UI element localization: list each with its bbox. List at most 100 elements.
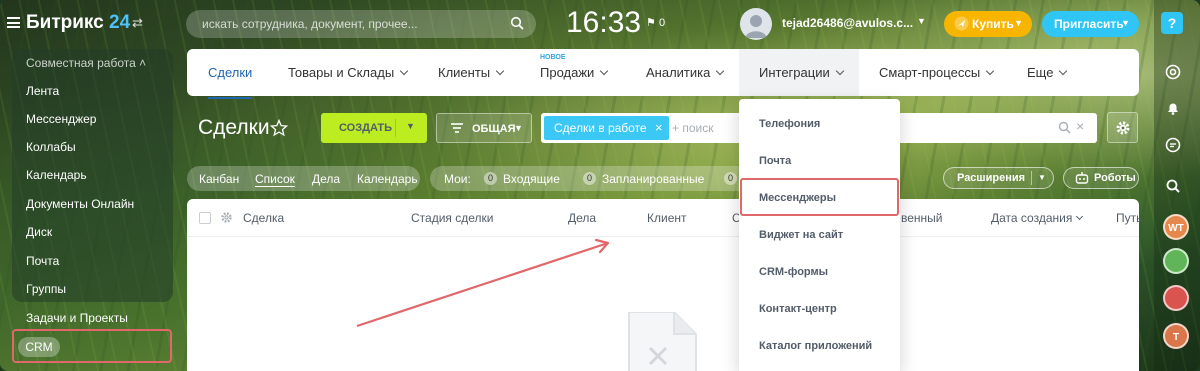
menu-item-app-catalog[interactable]: Каталог приложений	[759, 340, 872, 352]
filter-chip[interactable]: Сделки в работе ×	[544, 116, 669, 140]
tab-label: Интеграции	[759, 65, 830, 80]
column-header-responsible[interactable]: венный	[901, 211, 943, 225]
search-icon[interactable]	[1165, 178, 1181, 194]
tab-label: Сделки	[208, 65, 253, 80]
chevron-down-icon	[716, 66, 725, 76]
create-button[interactable]: СОЗДАТЬ ▼	[321, 113, 427, 143]
column-header-deal[interactable]: Сделка	[243, 211, 284, 225]
column-header-stage[interactable]: Стадия сделки	[411, 211, 493, 225]
user-icon	[745, 15, 767, 38]
view-list[interactable]: Список	[255, 172, 295, 187]
menu-item-contact-center[interactable]: Контакт-центр	[759, 303, 837, 315]
column-header-created[interactable]: Дата создания	[991, 211, 1084, 225]
sidebar-item-groups[interactable]: Группы	[26, 282, 66, 296]
filter-input[interactable]: + поиск	[672, 121, 713, 135]
rocket-icon	[954, 16, 969, 31]
sidebar-item-messenger[interactable]: Мессенджер	[26, 112, 96, 126]
avatar[interactable]	[740, 8, 772, 40]
sidebar-item-docs[interactable]: Документы Онлайн	[26, 197, 134, 211]
extensions-label: Расширения	[957, 172, 1026, 184]
divider	[187, 236, 1139, 237]
chevron-down-icon	[835, 66, 844, 76]
search-input[interactable]: искать сотрудника, документ, прочее...	[202, 17, 418, 31]
tab-products[interactable]: Товары и Склады	[288, 65, 409, 80]
robot-icon	[1075, 172, 1089, 184]
robots-button[interactable]: Роботы	[1063, 167, 1139, 189]
extensions-button[interactable]: Расширения ▼	[943, 167, 1054, 189]
contact-avatar[interactable]: T	[1163, 323, 1189, 349]
contact-avatar[interactable]	[1163, 285, 1189, 311]
logo-text: Битрикс	[26, 12, 104, 33]
pipeline-label: ОБЩАЯ	[472, 123, 516, 135]
sidebar-item-mail[interactable]: Почта	[26, 254, 59, 268]
tab-clients[interactable]: Клиенты	[438, 65, 505, 80]
select-all-checkbox[interactable]	[199, 212, 211, 224]
filter-icon	[451, 123, 463, 133]
divider	[1031, 171, 1032, 185]
at-sign-icon[interactable]	[1165, 64, 1181, 80]
buy-label: Купить	[972, 17, 1014, 31]
menu-item-mail[interactable]: Почта	[759, 155, 791, 167]
tab-more[interactable]: Еще	[1027, 65, 1068, 80]
search-icon[interactable]	[510, 16, 524, 30]
my-label: Мои:	[444, 172, 471, 186]
counter-badge: 0	[484, 172, 497, 185]
counter-planned[interactable]: Запланированные	[602, 172, 704, 186]
sidebar-item-calendar[interactable]: Календарь	[26, 168, 87, 182]
user-email[interactable]: tejad26486@avulos.c...	[782, 16, 913, 30]
menu-icon[interactable]	[7, 17, 20, 28]
close-icon[interactable]: ×	[655, 116, 663, 140]
invite-button[interactable]: Пригласить ▼	[1042, 11, 1139, 37]
flag-counter[interactable]: ⚑ 0	[646, 16, 665, 29]
sidebar-item-tasks[interactable]: Задачи и Проекты	[26, 311, 128, 325]
view-kanban[interactable]: Канбан	[199, 172, 239, 186]
page-title: Сделки	[198, 116, 270, 139]
sidebar-group[interactable]: Совместная работа ˄	[26, 56, 146, 70]
contact-avatar[interactable]: WT	[1163, 214, 1189, 240]
search-bar[interactable]: искать сотрудника, документ, прочее...	[186, 10, 536, 38]
messengers-highlight-box	[740, 178, 899, 216]
clock[interactable]: 16:33	[566, 6, 641, 40]
create-label: СОЗДАТЬ	[339, 122, 392, 134]
view-activities[interactable]: Дела	[312, 172, 340, 186]
chevron-down-icon[interactable]: ▼	[917, 16, 926, 26]
menu-item-site-widget[interactable]: Виджет на сайт	[759, 229, 843, 241]
tab-sales[interactable]: Продажи	[540, 65, 609, 80]
tab-label: Продажи	[540, 65, 595, 80]
column-header-activities[interactable]: Дела	[568, 211, 596, 225]
gear-icon[interactable]	[220, 211, 233, 224]
chevron-down-icon[interactable]: ▼	[406, 121, 415, 131]
chat-icon[interactable]	[1165, 137, 1181, 153]
sidebar-item-feed[interactable]: Лента	[26, 84, 59, 98]
tab-analytics[interactable]: Аналитика	[646, 65, 725, 80]
column-header-path[interactable]: Путь	[1116, 211, 1142, 225]
divider	[395, 119, 396, 137]
pipeline-button[interactable]: ОБЩАЯ ▼	[436, 113, 532, 143]
chevron-down-icon: ▼	[1121, 18, 1130, 28]
menu-item-telephony[interactable]: Телефония	[759, 118, 820, 130]
search-icon[interactable]	[1058, 121, 1071, 134]
star-icon[interactable]	[270, 119, 288, 137]
help-button[interactable]: ?	[1161, 12, 1183, 34]
logo[interactable]: Битрикс 24	[26, 12, 130, 34]
counter-badge: 0	[583, 172, 596, 185]
swap-icon[interactable]: ⇄	[132, 15, 143, 31]
close-icon[interactable]: ×	[1076, 118, 1084, 134]
tab-label: Клиенты	[438, 65, 491, 80]
contact-avatar[interactable]	[1163, 248, 1189, 274]
buy-button[interactable]: Купить ▼	[944, 11, 1032, 37]
tab-integrations[interactable]: Интеграции	[759, 65, 844, 80]
bell-icon[interactable]	[1165, 100, 1181, 116]
counter-incoming[interactable]: Входящие	[503, 172, 560, 186]
column-header-client[interactable]: Клиент	[647, 211, 687, 225]
tab-deals[interactable]: Сделки	[208, 65, 253, 99]
settings-button[interactable]	[1107, 112, 1138, 143]
sidebar-item-disk[interactable]: Диск	[26, 225, 52, 239]
column-label: Дата создания	[991, 211, 1073, 225]
menu-item-crm-forms[interactable]: CRM-формы	[759, 266, 828, 278]
chevron-down-icon: ▼	[1038, 173, 1046, 182]
tab-smart-processes[interactable]: Смарт-процессы	[879, 65, 995, 80]
view-calendar[interactable]: Календарь	[357, 172, 418, 186]
tab-label: Еще	[1027, 65, 1054, 80]
sidebar-item-collabs[interactable]: Коллабы	[26, 140, 76, 154]
